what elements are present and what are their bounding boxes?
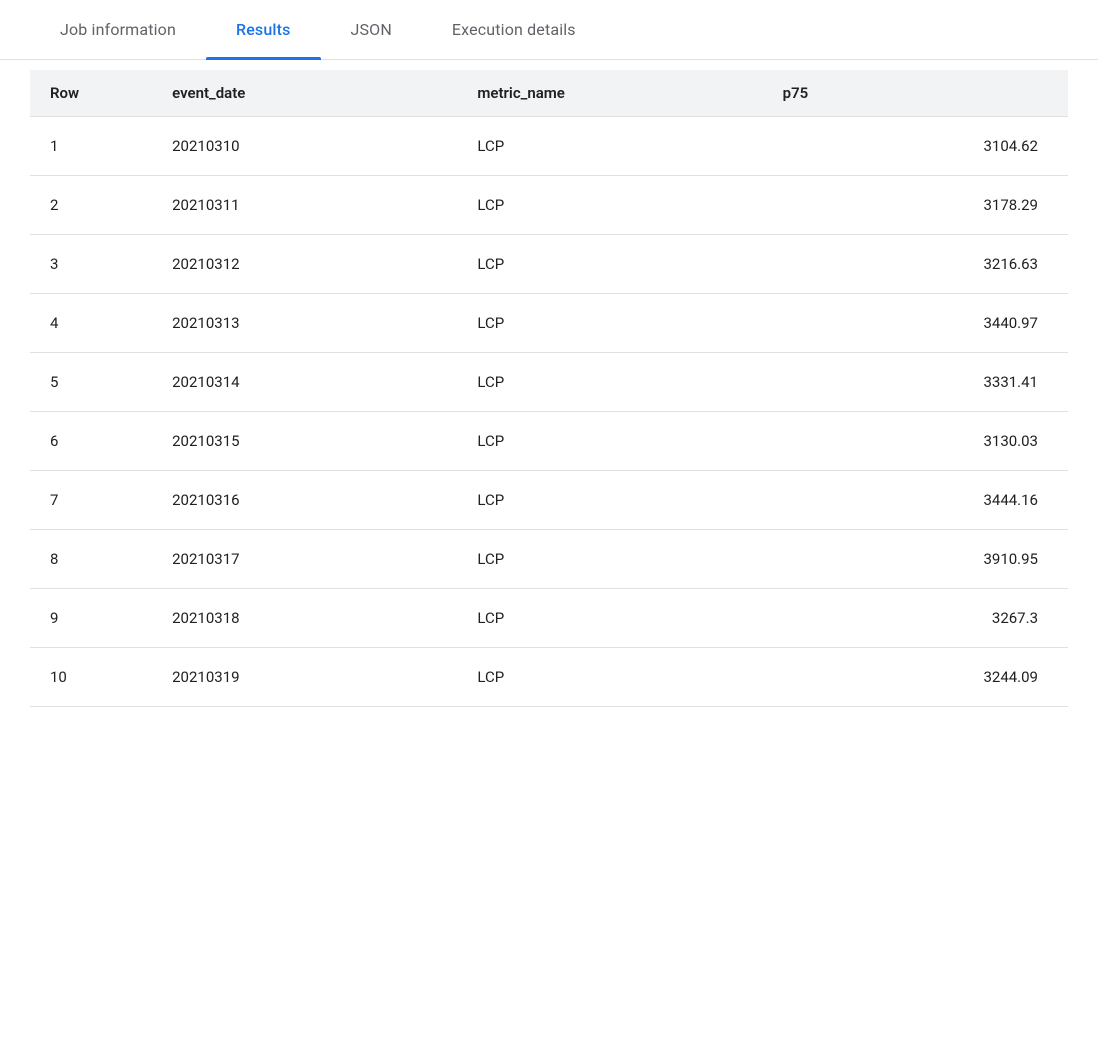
cell-row: 2 (30, 176, 152, 235)
cell-row: 1 (30, 117, 152, 176)
cell-metric_name: LCP (457, 648, 762, 707)
cell-event_date: 20210310 (152, 117, 457, 176)
cell-event_date: 20210319 (152, 648, 457, 707)
cell-metric_name: LCP (457, 235, 762, 294)
results-table: Rowevent_datemetric_namep75 120210310LCP… (30, 70, 1068, 707)
cell-p75: 3267.3 (763, 589, 1068, 648)
cell-row: 6 (30, 412, 152, 471)
cell-p75: 3178.29 (763, 176, 1068, 235)
table-row: 820210317LCP3910.95 (30, 530, 1068, 589)
table-row: 420210313LCP3440.97 (30, 294, 1068, 353)
table-row: 320210312LCP3216.63 (30, 235, 1068, 294)
cell-p75: 3444.16 (763, 471, 1068, 530)
cell-p75: 3244.09 (763, 648, 1068, 707)
cell-p75: 3331.41 (763, 353, 1068, 412)
col-header-row: Row (30, 70, 152, 117)
cell-event_date: 20210311 (152, 176, 457, 235)
cell-metric_name: LCP (457, 353, 762, 412)
col-header-p75: p75 (763, 70, 1068, 117)
cell-p75: 3104.62 (763, 117, 1068, 176)
tab-execution-details[interactable]: Execution details (422, 0, 606, 60)
cell-metric_name: LCP (457, 589, 762, 648)
table-body: 120210310LCP3104.62220210311LCP3178.2932… (30, 117, 1068, 707)
table-row: 120210310LCP3104.62 (30, 117, 1068, 176)
tab-job-information[interactable]: Job information (30, 0, 206, 60)
cell-row: 9 (30, 589, 152, 648)
cell-event_date: 20210316 (152, 471, 457, 530)
cell-row: 3 (30, 235, 152, 294)
table-row: 1020210319LCP3244.09 (30, 648, 1068, 707)
cell-metric_name: LCP (457, 117, 762, 176)
cell-metric_name: LCP (457, 530, 762, 589)
cell-p75: 3130.03 (763, 412, 1068, 471)
tab-results[interactable]: Results (206, 0, 321, 60)
table-header: Rowevent_datemetric_namep75 (30, 70, 1068, 117)
tabs-bar: Job informationResultsJSONExecution deta… (0, 0, 1098, 60)
cell-event_date: 20210314 (152, 353, 457, 412)
cell-metric_name: LCP (457, 294, 762, 353)
table-row: 520210314LCP3331.41 (30, 353, 1068, 412)
cell-metric_name: LCP (457, 412, 762, 471)
cell-row: 7 (30, 471, 152, 530)
cell-p75: 3216.63 (763, 235, 1068, 294)
col-header-event_date: event_date (152, 70, 457, 117)
cell-event_date: 20210317 (152, 530, 457, 589)
cell-event_date: 20210315 (152, 412, 457, 471)
table-row: 720210316LCP3444.16 (30, 471, 1068, 530)
cell-metric_name: LCP (457, 176, 762, 235)
cell-event_date: 20210313 (152, 294, 457, 353)
col-header-metric_name: metric_name (457, 70, 762, 117)
cell-row: 5 (30, 353, 152, 412)
cell-row: 4 (30, 294, 152, 353)
cell-row: 8 (30, 530, 152, 589)
cell-p75: 3910.95 (763, 530, 1068, 589)
cell-metric_name: LCP (457, 471, 762, 530)
results-table-container: Rowevent_datemetric_namep75 120210310LCP… (0, 70, 1098, 707)
tab-json[interactable]: JSON (321, 0, 422, 60)
cell-row: 10 (30, 648, 152, 707)
cell-p75: 3440.97 (763, 294, 1068, 353)
cell-event_date: 20210312 (152, 235, 457, 294)
cell-event_date: 20210318 (152, 589, 457, 648)
table-row: 620210315LCP3130.03 (30, 412, 1068, 471)
header-row: Rowevent_datemetric_namep75 (30, 70, 1068, 117)
table-row: 220210311LCP3178.29 (30, 176, 1068, 235)
table-row: 920210318LCP3267.3 (30, 589, 1068, 648)
